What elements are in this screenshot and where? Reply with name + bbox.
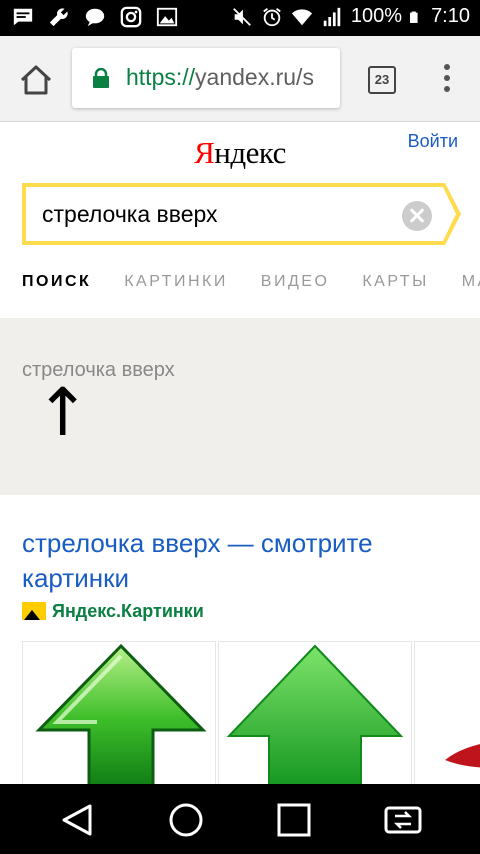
home-icon[interactable] xyxy=(18,62,54,98)
back-icon[interactable] xyxy=(56,798,100,842)
mute-icon xyxy=(233,7,251,26)
wifi-icon xyxy=(291,8,312,25)
result-title-link[interactable]: стрелочка вверх — смотрите картинки xyxy=(22,526,462,596)
tab-market[interactable]: МА xyxy=(462,273,480,291)
clear-icon[interactable] xyxy=(402,201,432,231)
browser-toolbar: https://yandex.ru/s 23 xyxy=(0,36,480,122)
tab-switcher-button[interactable]: 23 xyxy=(368,66,396,94)
android-nav-bar xyxy=(0,784,480,854)
alarm-icon xyxy=(263,7,281,26)
red-arrow-image xyxy=(445,744,480,768)
overflow-menu-icon[interactable] xyxy=(437,64,457,100)
recents-icon[interactable] xyxy=(272,798,316,842)
url-text: https://yandex.ru/s xyxy=(126,64,314,91)
image-thumbnail[interactable] xyxy=(218,641,412,786)
logo-first-letter: Я xyxy=(194,135,215,170)
url-host: yandex.ru/s xyxy=(195,64,314,90)
search-submit-icon[interactable] xyxy=(441,183,463,245)
tab-maps[interactable]: КАРТЫ xyxy=(362,273,428,291)
green-up-arrow-image xyxy=(226,644,404,785)
home-circle-icon[interactable] xyxy=(164,798,208,842)
green-up-arrow-image xyxy=(35,643,207,785)
lock-icon xyxy=(93,68,109,88)
image-thumbnails xyxy=(22,641,480,786)
wrench-icon xyxy=(49,8,68,27)
logo-rest: ндекс xyxy=(214,135,286,170)
battery-icon xyxy=(410,11,418,23)
tab-images[interactable]: КАРТИНКИ xyxy=(124,273,228,291)
clock: 7:10 xyxy=(431,5,470,27)
instagram-icon xyxy=(120,6,142,28)
battery-percent: 100% xyxy=(350,5,403,27)
result-source-name: Яндекс.Картинки xyxy=(52,600,204,621)
chat-icon xyxy=(85,8,105,27)
message-icon xyxy=(13,8,33,26)
screen-switch-icon[interactable] xyxy=(381,798,425,842)
symbol-wizard-card: стрелочка вверх ↑ xyxy=(0,318,480,495)
signal-icon xyxy=(323,7,341,26)
tab-search[interactable]: ПОИСК xyxy=(22,273,91,291)
result-source[interactable]: Яндекс.Картинки xyxy=(22,600,204,622)
login-link[interactable]: Войти xyxy=(408,131,458,152)
url-scheme: https:// xyxy=(126,64,196,90)
search-query: стрелочка вверх xyxy=(42,201,218,227)
search-input[interactable]: стрелочка вверх xyxy=(22,183,444,245)
image-thumbnail[interactable] xyxy=(22,641,216,786)
url-bar[interactable]: https://yandex.ru/s xyxy=(72,48,340,108)
image-thumbnail[interactable] xyxy=(414,641,480,786)
service-tabs: ПОИСК КАРТИНКИ ВИДЕО КАРТЫ МА xyxy=(22,273,480,291)
image-icon xyxy=(156,7,178,27)
status-bar: 100% 7:10 xyxy=(0,0,480,36)
wizard-arrow-symbol[interactable]: ↑ xyxy=(35,380,90,446)
tab-video[interactable]: ВИДЕО xyxy=(261,273,330,291)
yandex-images-favicon-icon xyxy=(22,602,46,620)
